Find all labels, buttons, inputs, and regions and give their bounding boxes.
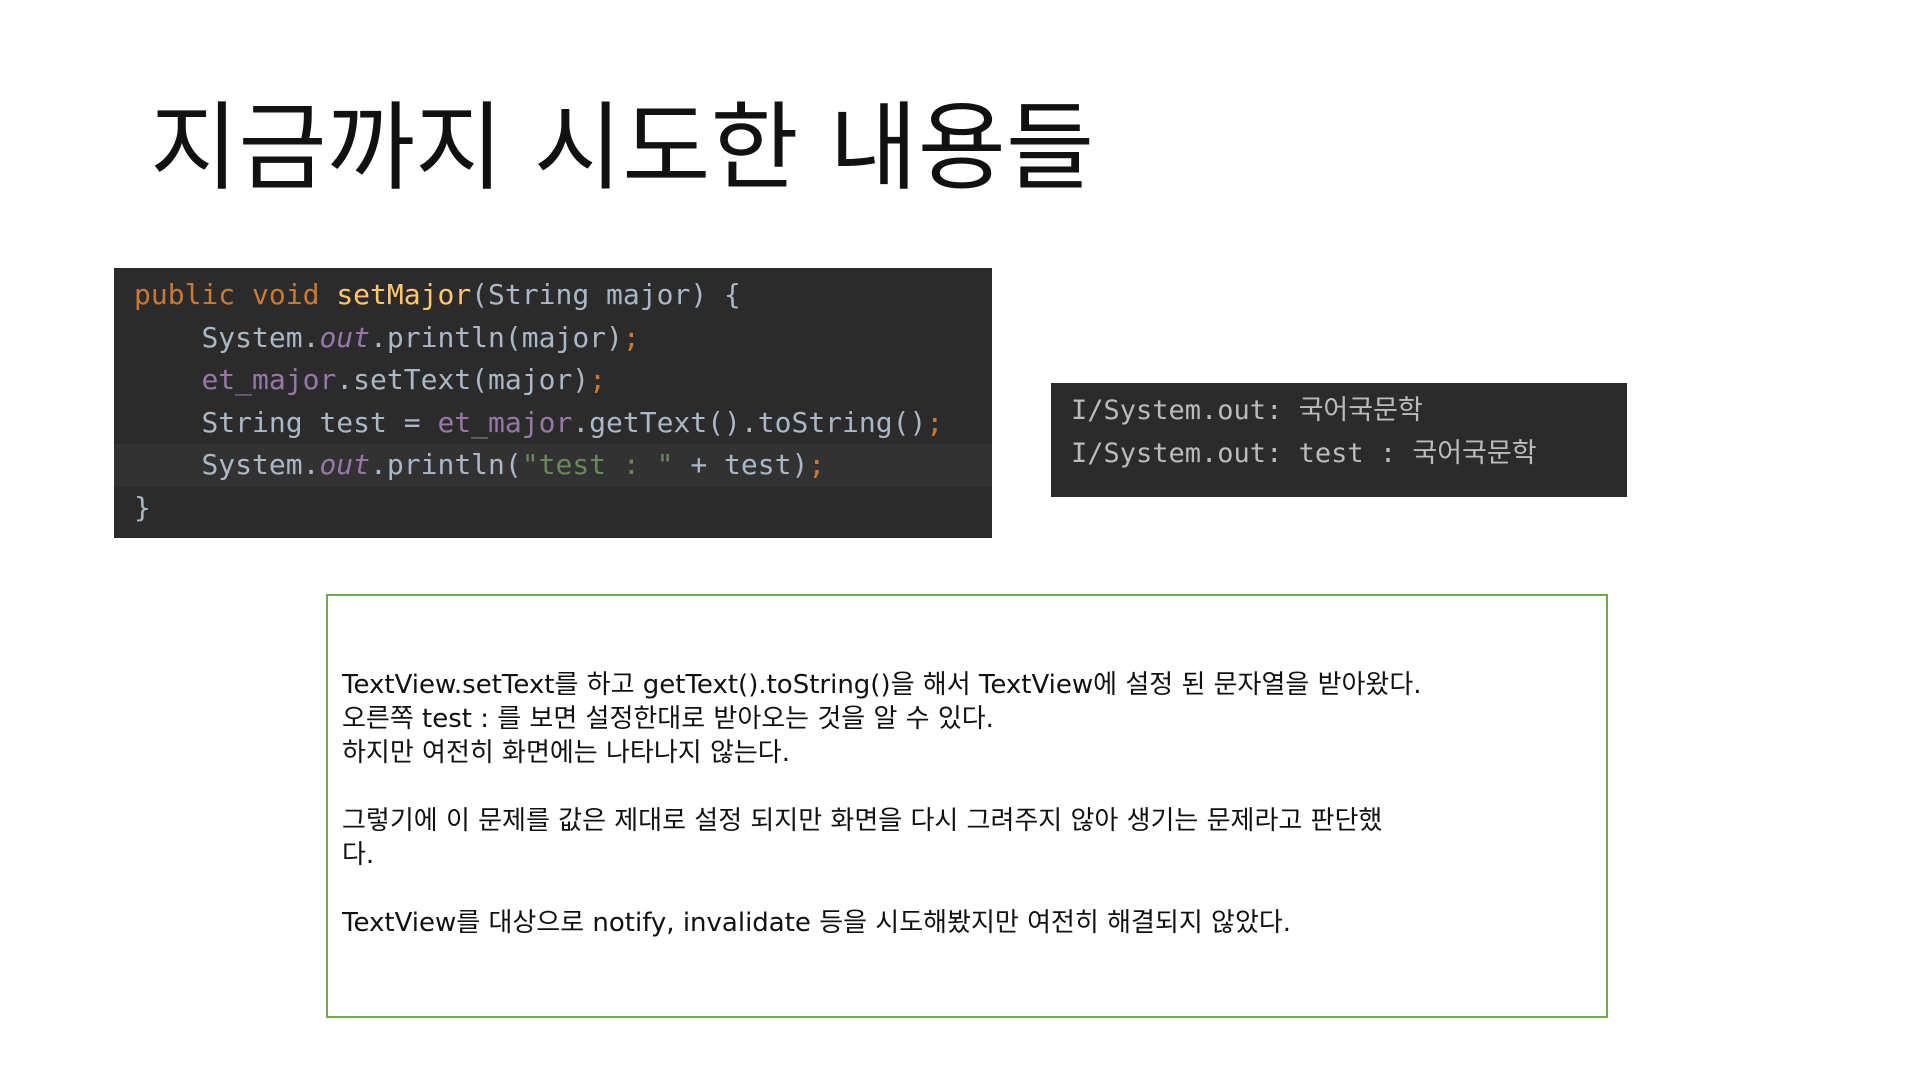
code-static-field: out <box>319 320 371 354</box>
code-signature-rest: (String major) { <box>471 278 741 311</box>
code-keyword-void: void <box>252 278 320 311</box>
code-line-6: } <box>114 487 992 530</box>
code-line-4: String test = et_major.getText().toStrin… <box>114 402 992 445</box>
code-method-name: setMajor <box>336 278 472 311</box>
explanation-line: 하지만 여전히 화면에는 나타나지 않는다. <box>342 738 790 768</box>
code-close-brace: } <box>134 490 151 524</box>
code-semicolon: ; <box>589 363 607 396</box>
code-field: et_major <box>437 405 573 439</box>
code-semicolon: ; <box>808 448 826 481</box>
explanation-line: TextView를 대상으로 notify, invalidate 등을 시도해… <box>342 908 1292 938</box>
code-call-open: .println( <box>370 448 522 481</box>
code-keyword-public: public <box>134 278 236 311</box>
code-call: .println(major) <box>370 320 623 354</box>
explanation-line: TextView.setText를 하고 getText().toString(… <box>342 670 1422 700</box>
code-line-2: System.out.println(major); <box>114 317 992 360</box>
code-string-literal: "test : " <box>521 448 674 481</box>
code-call: .getText().toString() <box>572 405 927 439</box>
explanation-line: 다. <box>342 840 375 870</box>
code-object: System. <box>201 448 320 481</box>
code-semicolon: ; <box>622 320 640 354</box>
slide-title: 지금까지 시도한 내용들 <box>150 92 1095 204</box>
code-semicolon: ; <box>926 405 944 439</box>
code-static-field: out <box>319 448 371 481</box>
code-declaration: String test = <box>201 405 438 439</box>
console-line: I/System.out: test : 국어국문학 <box>1071 438 1537 469</box>
console-line: I/System.out: 국어국문학 <box>1071 395 1423 426</box>
code-screenshot: public void setMajor(String major) { Sys… <box>114 268 992 538</box>
code-field: et_major <box>201 363 337 396</box>
explanation-line: 오른쪽 test : 를 보면 설정한대로 받아오는 것을 알 수 있다. <box>342 704 994 734</box>
code-line-5: System.out.println("test : " + test); <box>114 444 992 487</box>
code-object: System. <box>201 320 320 354</box>
code-concat: + test) <box>673 448 809 481</box>
explanation-box: TextView.setText를 하고 getText().toString(… <box>326 594 1608 1018</box>
code-call: .setText(major) <box>336 363 590 396</box>
explanation-line: 그렇기에 이 문제를 값은 제대로 설정 되지만 화면을 다시 그려주지 않아 … <box>342 806 1383 836</box>
code-line-3: et_major.setText(major); <box>114 359 992 402</box>
code-line-1: public void setMajor(String major) { <box>114 274 992 317</box>
console-output: I/System.out: 국어국문학 I/System.out: test :… <box>1051 383 1627 497</box>
